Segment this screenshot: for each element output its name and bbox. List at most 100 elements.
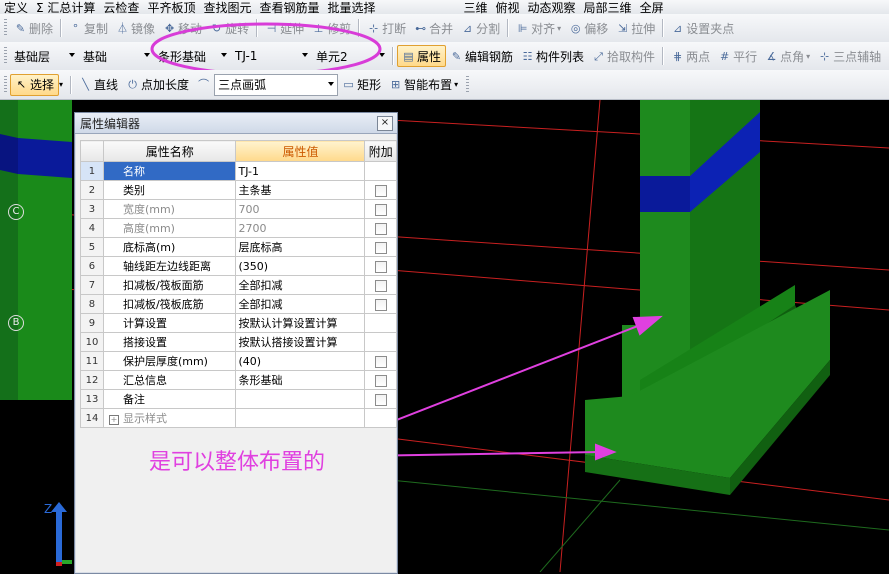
property-value-cell[interactable]: 层底标高: [235, 237, 366, 257]
split-button[interactable]: ⊿ 分割: [457, 20, 504, 37]
summary-calc-button[interactable]: Σ 汇总计算: [32, 0, 99, 15]
table-row[interactable]: 6 轴线距左边线距离 (350): [80, 256, 397, 276]
copy-button[interactable]: ° 复制: [65, 20, 112, 37]
fullscreen-button[interactable]: 全屏: [636, 0, 668, 15]
chevron-down-icon[interactable]: ▾: [59, 80, 63, 89]
rotate-button[interactable]: ↻ 旋转: [206, 20, 253, 37]
top-view-button[interactable]: 俯视: [492, 0, 524, 15]
find-element-button[interactable]: 查找图元: [199, 0, 255, 15]
extra-checkbox[interactable]: [374, 279, 387, 292]
property-value-cell[interactable]: 主条基: [235, 180, 366, 200]
property-editor-titlebar[interactable]: 属性编辑器: [75, 113, 397, 134]
property-name-header[interactable]: 属性名称: [102, 140, 237, 162]
merge-button[interactable]: ⊷ 合并: [410, 20, 457, 37]
extra-checkbox[interactable]: [374, 260, 387, 273]
property-value-cell[interactable]: (40): [235, 351, 366, 371]
table-row[interactable]: 4 高度(mm) 2700: [80, 218, 397, 238]
extra-checkbox[interactable]: [374, 184, 387, 197]
extend-button[interactable]: ⊣ 延伸: [261, 20, 308, 37]
cloud-check-button[interactable]: 云检查: [99, 0, 143, 15]
trim-button[interactable]: ⊥ 修剪: [308, 20, 355, 37]
parallel-button[interactable]: # 平行: [714, 48, 761, 65]
property-name-cell: 备注: [102, 389, 237, 409]
table-row[interactable]: 13 备注: [80, 389, 397, 409]
table-row[interactable]: 1 名称 TJ-1: [80, 161, 397, 181]
point-angle-button[interactable]: ∡ 点角 ▾: [761, 48, 814, 65]
close-icon[interactable]: ×: [377, 116, 393, 131]
extra-header[interactable]: 附加: [364, 140, 397, 162]
property-value-cell[interactable]: [235, 389, 366, 409]
break-button[interactable]: ⊹ 打断: [363, 20, 410, 37]
mirror-button[interactable]: ⏃ 镜像: [112, 20, 159, 37]
property-value-cell[interactable]: 2700: [235, 218, 366, 238]
line-button[interactable]: ╲ 直线: [75, 76, 122, 93]
table-row[interactable]: 5 底标高(m) 层底标高: [80, 237, 397, 257]
table-row[interactable]: 12 汇总信息 条形基础: [80, 370, 397, 390]
three-point-aux-button[interactable]: ⊹ 三点辅轴: [814, 48, 885, 65]
table-row[interactable]: 8 扣减板/筏板底筋 全部扣减: [80, 294, 397, 314]
move-button[interactable]: ✥ 移动: [159, 20, 206, 37]
align-slab-top-button[interactable]: 平齐板顶: [143, 0, 199, 15]
table-row[interactable]: 2 类别 主条基: [80, 180, 397, 200]
table-row[interactable]: 3 宽度(mm) 700: [80, 199, 397, 219]
delete-button[interactable]: ✎ 删除: [10, 20, 57, 37]
dynamic-orbit-button[interactable]: 动态观察: [524, 0, 580, 15]
extra-checkbox[interactable]: [374, 203, 387, 216]
point-length-button[interactable]: ⏻ 点加长度: [122, 76, 193, 93]
two-points-button[interactable]: ⋕ 两点: [667, 48, 714, 65]
component-list-button[interactable]: ☷ 构件列表: [517, 48, 588, 65]
expand-icon[interactable]: +: [108, 415, 119, 425]
property-value-cell[interactable]: (350): [235, 256, 366, 276]
extra-checkbox[interactable]: [374, 374, 387, 387]
property-value-cell[interactable]: 全部扣减: [235, 294, 366, 314]
extra-checkbox[interactable]: [374, 393, 387, 406]
set-grip-label: 设置夹点: [686, 21, 735, 36]
toolbar-grip[interactable]: [4, 19, 7, 37]
edit-rebar-button[interactable]: ✎ 编辑钢筋: [446, 48, 517, 65]
stretch-button[interactable]: ⇲ 拉伸: [612, 20, 659, 37]
table-row[interactable]: 7 扣减板/筏板面筋 全部扣减: [80, 275, 397, 295]
toolbar-grip[interactable]: [4, 47, 7, 65]
set-grip-button[interactable]: ⊿ 设置夹点: [667, 20, 738, 37]
view-rebar-button[interactable]: 查看钢筋量: [255, 0, 323, 15]
property-editor-window[interactable]: 属性编辑器 × 属性名称 属性值 附加 1 名称 TJ-1 2 类别 主条基 3 宽度(mm)…: [74, 112, 398, 574]
property-value-cell[interactable]: TJ-1: [235, 161, 366, 181]
define-button[interactable]: 定义: [0, 0, 32, 15]
align-button[interactable]: ⊫ 对齐 ▾: [512, 20, 565, 37]
3d-button[interactable]: 三维: [460, 0, 492, 15]
component-type-select[interactable]: 条形基础: [154, 45, 231, 67]
property-name: 类别: [122, 184, 145, 197]
toolbar-grip[interactable]: [4, 75, 7, 94]
table-row[interactable]: 10 搭接设置 按默认搭接设置计算: [80, 332, 397, 352]
rect-button[interactable]: ▭ 矩形: [338, 76, 385, 93]
floor-select[interactable]: 基础层: [10, 45, 79, 67]
offset-button[interactable]: ◎ 偏移: [565, 20, 612, 37]
batch-select-button[interactable]: 批量选择: [323, 0, 379, 15]
property-value-header[interactable]: 属性值: [235, 140, 366, 162]
component-select[interactable]: TJ-1: [231, 45, 312, 67]
extra-checkbox[interactable]: [374, 222, 387, 235]
property-value-cell[interactable]: 条形基础: [235, 370, 366, 390]
extra-checkbox[interactable]: [374, 298, 387, 311]
property-value-cell[interactable]: 全部扣减: [235, 275, 366, 295]
local-3d-button[interactable]: 局部三维: [580, 0, 636, 15]
table-row[interactable]: 14 + 显示样式: [80, 408, 397, 428]
table-row[interactable]: 11 保护层厚度(mm) (40): [80, 351, 397, 371]
extra-checkbox[interactable]: [374, 355, 387, 368]
table-row[interactable]: 9 计算设置 按默认计算设置计算: [80, 313, 397, 333]
property-value-cell[interactable]: 按默认搭接设置计算: [235, 332, 366, 352]
category-select[interactable]: 基础: [79, 45, 154, 67]
property-value-cell[interactable]: 按默认计算设置计算: [235, 313, 366, 333]
extra-checkbox[interactable]: [374, 241, 387, 254]
unit-select[interactable]: 单元2: [312, 45, 389, 67]
property-value-cell[interactable]: [235, 408, 366, 428]
pick-component-button[interactable]: ⤢ 拾取构件: [588, 48, 659, 65]
smart-layout-button[interactable]: ⊞ 智能布置 ▾: [385, 76, 462, 93]
select-button[interactable]: ↖ 选择: [10, 73, 60, 96]
properties-button[interactable]: ▤ 属性: [397, 45, 447, 67]
property-value-cell[interactable]: 700: [235, 199, 366, 219]
green-grid-lines: [389, 479, 889, 572]
arc-mode-select[interactable]: 三点画弧: [214, 73, 339, 96]
arc-mode-button[interactable]: ⌒: [193, 78, 214, 91]
toolbar-grip[interactable]: [466, 75, 470, 94]
